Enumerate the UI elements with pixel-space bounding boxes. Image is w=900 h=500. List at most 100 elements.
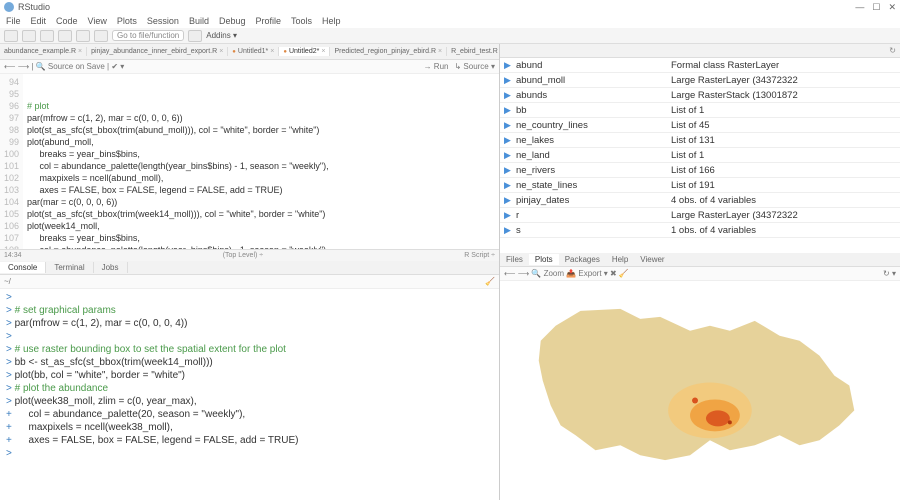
menu-build[interactable]: Build (189, 16, 209, 26)
save-button[interactable] (58, 30, 72, 42)
source-toolbar: ⟵ ⟶ | 🔍 Source on Save | ✔ ▾ → Run ↳ Sou… (0, 60, 499, 74)
menu-help[interactable]: Help (322, 16, 341, 26)
close-tab-icon[interactable]: × (78, 48, 82, 55)
tab-plots[interactable]: Plots (529, 254, 559, 265)
environment-row[interactable]: ▶ne_state_linesList of 191 (500, 178, 900, 193)
source-tab[interactable]: Predicted_region_pinjay_ebird.R× (330, 47, 447, 56)
source-tab[interactable]: Untitled2*× (279, 47, 330, 56)
environment-row[interactable]: ▶abundFormal class RasterLayer (500, 58, 900, 73)
tab-help[interactable]: Help (606, 254, 634, 265)
expand-icon[interactable]: ▶ (504, 135, 516, 146)
environment-row[interactable]: ▶ne_riversList of 166 (500, 163, 900, 178)
tab-viewer[interactable]: Viewer (634, 254, 670, 265)
expand-icon[interactable]: ▶ (504, 180, 516, 191)
tab-files[interactable]: Files (500, 254, 529, 265)
file-type[interactable]: R Script ÷ (464, 252, 495, 259)
source-tab[interactable]: abundance_example.R× (0, 47, 87, 56)
env-refresh-icon[interactable]: ↻ (889, 46, 896, 55)
goto-function-input[interactable]: Go to file/function (112, 30, 184, 41)
menu-profile[interactable]: Profile (256, 16, 282, 26)
close-button[interactable]: ✕ (888, 2, 896, 13)
titlebar: RStudio — ☐ ✕ (0, 0, 900, 14)
tab-console[interactable]: Console (0, 262, 46, 273)
new-file-button[interactable] (4, 30, 18, 42)
expand-icon[interactable]: ▶ (504, 195, 516, 206)
environment-row[interactable]: ▶ne_lakesList of 131 (500, 133, 900, 148)
minimize-button[interactable]: — (855, 2, 864, 13)
menu-session[interactable]: Session (147, 16, 179, 26)
expand-icon[interactable]: ▶ (504, 90, 516, 101)
tab-jobs[interactable]: Jobs (94, 262, 128, 273)
run-button[interactable]: → Run (424, 62, 449, 71)
maximize-button[interactable]: ☐ (872, 2, 880, 13)
env-object-name: ne_land (516, 150, 671, 161)
menu-code[interactable]: Code (56, 16, 78, 26)
environment-row[interactable]: ▶abund_mollLarge RasterLayer (34372322 (500, 73, 900, 88)
addins-dropdown[interactable]: Addins ▾ (206, 31, 237, 40)
env-object-value: List of 131 (671, 135, 896, 146)
expand-icon[interactable]: ▶ (504, 210, 516, 221)
source-statusbar: 14:34 (Top Level) ÷ R Script ÷ (0, 249, 499, 261)
env-object-name: ne_state_lines (516, 180, 671, 191)
console-clear-icon[interactable]: 🧹 (485, 277, 495, 286)
plots-pane-tabs: Files Plots Packages Help Viewer (500, 253, 900, 267)
environment-row[interactable]: ▶s1 obs. of 4 variables (500, 223, 900, 238)
env-object-name: s (516, 225, 671, 236)
expand-icon[interactable]: ▶ (504, 150, 516, 161)
open-file-button[interactable] (40, 30, 54, 42)
menu-edit[interactable]: Edit (31, 16, 47, 26)
close-tab-icon[interactable]: × (321, 48, 325, 55)
source-tab[interactable]: R_ebird_test.R× (447, 47, 499, 56)
environment-row[interactable]: ▶pinjay_dates4 obs. of 4 variables (500, 193, 900, 208)
source-tab[interactable]: pinjay_abundance_inner_ebird_export.R× (87, 47, 228, 56)
env-object-name: abunds (516, 90, 671, 101)
environment-row[interactable]: ▶abundsLarge RasterStack (13001872 (500, 88, 900, 103)
environment-row[interactable]: ▶ne_landList of 1 (500, 148, 900, 163)
source-editor[interactable]: 9495969798991001011021031041051061071081… (0, 74, 499, 249)
environment-header: ↻ (500, 44, 900, 58)
expand-icon[interactable]: ▶ (504, 165, 516, 176)
expand-icon[interactable]: ▶ (504, 120, 516, 131)
menu-tools[interactable]: Tools (291, 16, 312, 26)
env-object-value: List of 1 (671, 150, 896, 161)
close-tab-icon[interactable]: × (219, 48, 223, 55)
environment-row[interactable]: ▶rLarge RasterLayer (34372322 (500, 208, 900, 223)
env-object-name: bb (516, 105, 671, 116)
source-toolbar-left[interactable]: ⟵ ⟶ | 🔍 Source on Save | ✔ ▾ (4, 62, 124, 71)
new-project-button[interactable] (22, 30, 36, 42)
source-button[interactable]: ↳ Source ▾ (454, 62, 495, 71)
tab-terminal[interactable]: Terminal (46, 262, 93, 273)
close-tab-icon[interactable]: × (270, 48, 274, 55)
scope-indicator[interactable]: (Top Level) ÷ (223, 252, 263, 259)
save-all-button[interactable] (76, 30, 90, 42)
plot-area (500, 281, 900, 500)
menu-debug[interactable]: Debug (219, 16, 246, 26)
expand-icon[interactable]: ▶ (504, 75, 516, 86)
env-object-value: 4 obs. of 4 variables (671, 195, 896, 206)
vcs-button[interactable] (188, 30, 202, 42)
environment-row[interactable]: ▶ne_country_linesList of 45 (500, 118, 900, 133)
expand-icon[interactable]: ▶ (504, 225, 516, 236)
tab-packages[interactable]: Packages (559, 254, 606, 265)
menu-plots[interactable]: Plots (117, 16, 137, 26)
expand-icon[interactable]: ▶ (504, 105, 516, 116)
console-toolbar: ~/ 🧹 (0, 275, 499, 289)
console-output[interactable]: >> # set graphical params> par(mfrow = c… (0, 289, 499, 500)
expand-icon[interactable]: ▶ (504, 60, 516, 71)
source-tab[interactable]: Untitled1*× (228, 47, 279, 56)
environment-row[interactable]: ▶bbList of 1 (500, 103, 900, 118)
env-object-value: Large RasterStack (13001872 (671, 90, 896, 101)
plots-toolbar-left[interactable]: ⟵ ⟶ 🔍 Zoom 📤 Export ▾ ✖ 🧹 (504, 269, 629, 278)
print-button[interactable] (94, 30, 108, 42)
console-tabs: Console Terminal Jobs (0, 261, 499, 275)
menu-view[interactable]: View (88, 16, 107, 26)
close-tab-icon[interactable]: × (438, 48, 442, 55)
env-object-value: List of 191 (671, 180, 896, 191)
env-object-value: List of 1 (671, 105, 896, 116)
window-controls: — ☐ ✕ (855, 2, 896, 13)
env-object-value: Formal class RasterLayer (671, 60, 896, 71)
app-title: RStudio (18, 2, 50, 12)
menu-file[interactable]: File (6, 16, 21, 26)
env-object-name: pinjay_dates (516, 195, 671, 206)
plots-toolbar-right[interactable]: ↻ ▾ (883, 269, 896, 278)
